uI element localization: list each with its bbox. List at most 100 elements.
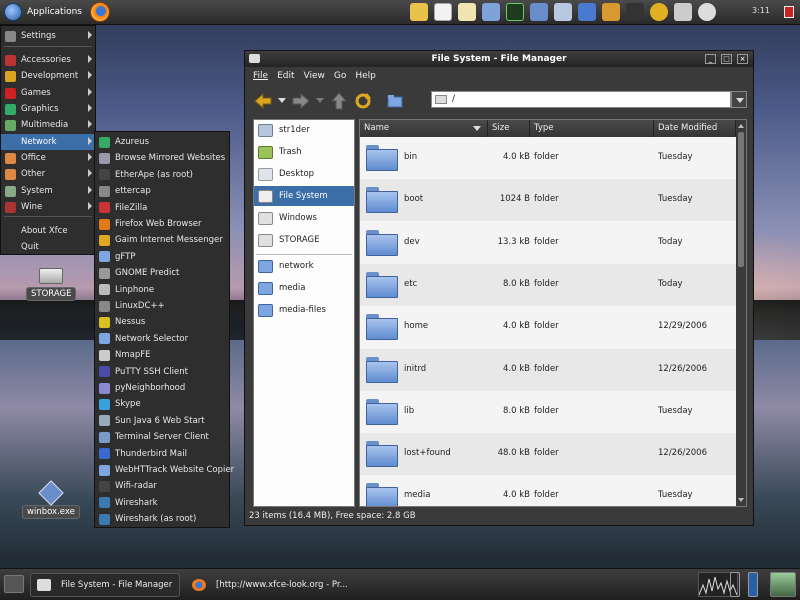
sidebar-item-desktop[interactable]: Desktop: [254, 164, 354, 184]
file-row-dev[interactable]: dev 13.3 kB folder Today: [360, 222, 736, 264]
network-item-thunderbird-mail[interactable]: Thunderbird Mail: [95, 446, 229, 462]
menu-item-settings[interactable]: Settings: [1, 28, 95, 44]
column-header-date-modified[interactable]: Date Modified: [654, 120, 736, 137]
file-row-lost-found[interactable]: lost+found 48.0 kB folder 12/26/2006: [360, 433, 736, 476]
network-item-nmapfe[interactable]: NmapFE: [95, 347, 229, 363]
sidebar-item-windows[interactable]: Windows: [254, 208, 354, 228]
file-row-bin[interactable]: bin 4.0 kB folder Tuesday: [360, 137, 736, 179]
menu-edit[interactable]: Edit: [277, 71, 294, 81]
network-item-gftp[interactable]: gFTP: [95, 249, 229, 265]
network-item-wireshark[interactable]: Wireshark: [95, 495, 229, 511]
network-item-linphone[interactable]: Linphone: [95, 282, 229, 298]
network-item-putty-ssh-client[interactable]: PuTTY SSH Client: [95, 364, 229, 380]
up-button[interactable]: [329, 91, 349, 111]
taskbar-item-firefox[interactable]: [http://www.xfce-look.org - Pr...: [186, 573, 356, 597]
column-header-size[interactable]: Size: [488, 120, 530, 137]
menu-item-games[interactable]: Games: [1, 85, 95, 101]
show-desktop-icon[interactable]: [4, 575, 24, 593]
home-folder-icon[interactable]: [530, 3, 548, 21]
network-item-firefox-web-browser[interactable]: Firefox Web Browser: [95, 216, 229, 232]
scrollbar-thumb[interactable]: [738, 132, 744, 267]
network-item-etherape-as-root[interactable]: EtherApe (as root): [95, 167, 229, 183]
forward-button[interactable]: [291, 91, 311, 111]
network-item-pyneighborhood[interactable]: pyNeighborhood: [95, 380, 229, 396]
battery-level-icon[interactable]: [748, 572, 758, 597]
taskbar-item-file-manager[interactable]: File System - File Manager: [30, 573, 180, 597]
sidebar-item-storage[interactable]: STORAGE: [254, 230, 354, 250]
network-item-wireshark-as-root[interactable]: Wireshark (as root): [95, 511, 229, 527]
menu-view[interactable]: View: [304, 71, 325, 81]
network-item-webhttrack-website-copier[interactable]: WebHTTrack Website Copier: [95, 462, 234, 478]
menu-item-other[interactable]: Other: [1, 166, 95, 182]
file-row-lib[interactable]: lib 8.0 kB folder Tuesday: [360, 391, 736, 433]
menu-item-development[interactable]: Development: [1, 68, 95, 84]
menu-item-graphics[interactable]: Graphics: [1, 101, 95, 117]
clock[interactable]: 3:11: [752, 6, 770, 15]
network-item-wifi-radar[interactable]: Wifi-radar: [95, 478, 229, 494]
network-item-terminal-server-client[interactable]: Terminal Server Client: [95, 429, 229, 445]
minimize-button[interactable]: _: [705, 54, 716, 64]
network-item-azureus[interactable]: Azureus: [95, 134, 229, 150]
sidebar-item-network[interactable]: network: [254, 256, 354, 276]
file-row-initrd[interactable]: initrd 4.0 kB folder 12/26/2006: [360, 348, 736, 391]
sidebar-item-media[interactable]: media: [254, 278, 354, 298]
sidebar-item-trash[interactable]: Trash: [254, 142, 354, 162]
music-note-icon[interactable]: [626, 3, 644, 21]
menu-item-accessories[interactable]: Accessories: [1, 52, 95, 68]
file-row-home[interactable]: home 4.0 kB folder 12/29/2006: [360, 306, 736, 348]
menu-item-wine[interactable]: Wine: [1, 199, 95, 215]
location-bar[interactable]: /: [431, 91, 731, 108]
mail-icon[interactable]: [482, 3, 500, 21]
network-item-nessus[interactable]: Nessus: [95, 314, 229, 330]
folder-launcher-icon[interactable]: [410, 3, 428, 21]
desktop-winbox-file[interactable]: winbox.exe: [22, 480, 80, 519]
terminal-icon[interactable]: [506, 3, 524, 21]
forward-history-dropdown[interactable]: [315, 91, 325, 111]
file-row-media[interactable]: media 4.0 kB folder Tuesday: [360, 475, 736, 506]
scroll-down-arrow-icon[interactable]: [738, 498, 744, 502]
cards-game-icon[interactable]: [434, 3, 452, 21]
vertical-scrollbar[interactable]: [736, 120, 746, 506]
desktop-storage-drive[interactable]: STORAGE: [26, 268, 77, 301]
network-item-sun-java-6-web-start[interactable]: Sun Java 6 Web Start: [95, 413, 229, 429]
sidebar-item-file-system[interactable]: File System: [254, 186, 354, 206]
menu-item-network[interactable]: Network: [1, 134, 95, 150]
applications-button[interactable]: Applications: [0, 0, 86, 25]
keyboard-layout-flag-icon[interactable]: [784, 6, 794, 18]
cpu-graph-icon[interactable]: [578, 3, 596, 21]
column-header-name[interactable]: Name: [360, 120, 488, 137]
network-item-ettercap[interactable]: ettercap: [95, 183, 229, 199]
sidebar-item-media-files[interactable]: media-files: [254, 300, 354, 320]
text-editor-icon[interactable]: [458, 3, 476, 21]
weather-sun-icon[interactable]: [650, 3, 668, 21]
settings-gear-icon[interactable]: [674, 3, 692, 21]
network-item-filezilla[interactable]: FileZilla: [95, 200, 229, 216]
menu-file[interactable]: File: [253, 71, 268, 81]
back-history-dropdown[interactable]: [277, 91, 287, 111]
menu-item-quit[interactable]: Quit: [1, 239, 95, 255]
menu-item-about-xfce[interactable]: About Xfce: [1, 223, 95, 239]
column-header-type[interactable]: Type: [530, 120, 654, 137]
window-titlebar[interactable]: File System - File Manager _ □ ×: [245, 51, 753, 67]
menu-item-office[interactable]: Office: [1, 150, 95, 166]
network-item-linuxdc[interactable]: LinuxDC++: [95, 298, 229, 314]
trash-applet-icon[interactable]: [770, 572, 796, 597]
mouse-icon[interactable]: [698, 3, 716, 21]
user-icon[interactable]: [602, 3, 620, 21]
file-row-etc[interactable]: etc 8.0 kB folder Today: [360, 263, 736, 306]
scroll-up-arrow-icon[interactable]: [738, 124, 744, 128]
menu-item-multimedia[interactable]: Multimedia: [1, 117, 95, 133]
sidebar-item-str1der[interactable]: str1der: [254, 120, 354, 140]
home-button[interactable]: [385, 91, 405, 111]
menu-go[interactable]: Go: [334, 71, 346, 81]
back-button[interactable]: [253, 91, 273, 111]
network-item-network-selector[interactable]: Network Selector: [95, 331, 229, 347]
close-button[interactable]: ×: [737, 54, 748, 64]
maximize-button[interactable]: □: [721, 54, 732, 64]
network-item-browse-mirrored-websites[interactable]: Browse Mirrored Websites: [95, 150, 229, 166]
network-item-gnome-predict[interactable]: GNOME Predict: [95, 265, 229, 281]
firefox-launcher-icon[interactable]: [89, 2, 110, 22]
network-item-gaim-internet-messenger[interactable]: Gaim Internet Messenger: [95, 232, 229, 248]
network-item-skype[interactable]: Skype: [95, 396, 229, 412]
volume-level-icon[interactable]: [730, 572, 740, 597]
